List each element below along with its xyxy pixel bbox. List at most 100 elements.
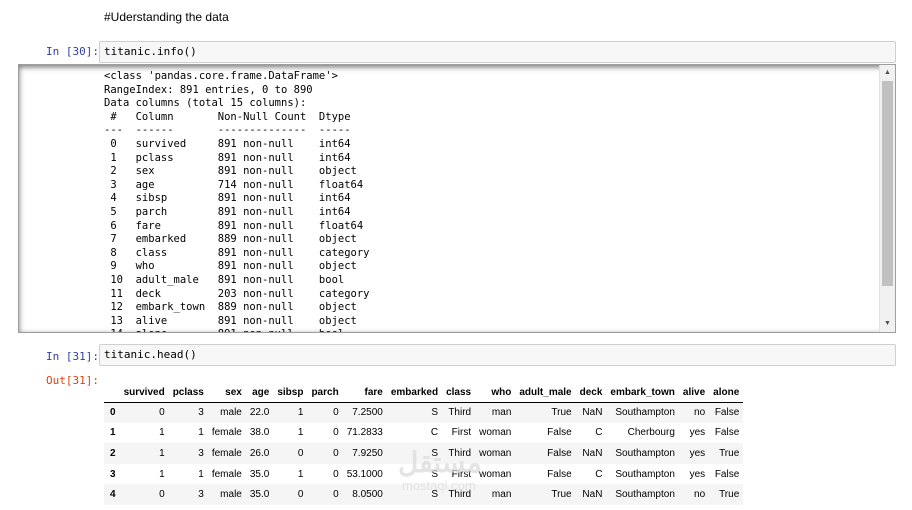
column-header: class — [442, 384, 476, 403]
watermark-arabic: مستقل — [398, 447, 482, 478]
table-cell: First — [451, 427, 472, 439]
column-header: deck — [575, 384, 607, 403]
table-cell: 0 — [333, 468, 339, 480]
markdown-cell[interactable]: #Uderstanding the data — [104, 10, 229, 24]
table-cell: Southampton — [615, 447, 675, 459]
table-cell: False — [714, 407, 740, 419]
column-header: adult_male — [515, 384, 576, 403]
code-input-31[interactable]: titanic.head() — [99, 344, 896, 366]
table-cell: 1 — [297, 468, 304, 480]
table-cell: man — [491, 407, 512, 419]
table-cell: True — [719, 447, 740, 459]
table-cell: 0 — [297, 447, 304, 459]
table-cell: woman — [479, 427, 512, 439]
table-cell: True — [551, 489, 572, 501]
table-cell: 71.2833 — [346, 427, 383, 439]
table-cell: 1 — [297, 427, 304, 439]
table-cell: C — [595, 427, 603, 439]
table-cell: 1 — [159, 427, 165, 439]
table-cell: False — [547, 447, 572, 459]
table-cell: True — [551, 407, 572, 419]
row-index: 2 — [110, 447, 116, 459]
table-cell: 0 — [333, 427, 339, 439]
table-cell: False — [547, 427, 572, 439]
table-cell: 38.0 — [249, 427, 270, 439]
table-cell: 1 — [198, 427, 204, 439]
table-cell: 1 — [159, 447, 165, 459]
table-cell: 35.0 — [249, 468, 270, 480]
column-header — [104, 384, 120, 403]
table-cell: no — [694, 489, 706, 501]
table-cell: female — [211, 447, 242, 459]
in-prompt-30: In [30]: — [46, 45, 99, 58]
table-cell: female — [211, 427, 242, 439]
table-cell: Third — [448, 407, 472, 419]
scroll-down-arrow-icon[interactable]: ▼ — [880, 318, 895, 330]
watermark: مستقل mostaql.com — [398, 447, 482, 494]
code-input-30[interactable]: titanic.info() — [99, 41, 896, 63]
table-cell: male — [220, 407, 242, 419]
table-cell: False — [547, 468, 572, 480]
table-row: 1 1 1 female 38.0 1 0 71.2833 C First woman False C C… — [104, 423, 743, 444]
column-header: age — [245, 384, 274, 403]
table-cell: 3 — [198, 407, 204, 419]
table-cell: 0 — [333, 407, 339, 419]
table-cell: NaN — [582, 447, 603, 459]
table-cell: Southampton — [615, 407, 675, 419]
column-header: pclass — [168, 384, 208, 403]
column-header: alive — [678, 384, 710, 403]
table-cell: 22.0 — [249, 407, 270, 419]
column-header: alone — [709, 384, 744, 403]
column-header: survived — [119, 384, 169, 403]
row-index: 1 — [110, 427, 116, 439]
table-cell: 0 — [297, 489, 304, 501]
table-cell: 0 — [333, 447, 339, 459]
column-header: parch — [307, 384, 343, 403]
scroll-up-arrow-icon[interactable]: ▲ — [880, 67, 895, 79]
table-cell: yes — [689, 468, 706, 480]
table-cell: C — [595, 468, 603, 480]
table-cell: False — [714, 468, 740, 480]
table-cell: 7.9250 — [352, 447, 383, 459]
table-cell: 0 — [159, 407, 165, 419]
table-cell: Southampton — [615, 489, 675, 501]
table-cell: male — [220, 489, 242, 501]
output-scrollbar[interactable]: ▲ ▼ — [879, 65, 895, 332]
table-cell: NaN — [582, 407, 603, 419]
table-cell: 3 — [198, 447, 204, 459]
column-header: fare — [342, 384, 387, 403]
table-cell: 0 — [333, 489, 339, 501]
table-cell: 53.1000 — [346, 468, 383, 480]
table-cell: 0 — [159, 489, 165, 501]
table-cell: 35.0 — [249, 489, 270, 501]
column-header: embark_town — [606, 384, 679, 403]
table-cell: True — [719, 489, 740, 501]
table-cell: 26.0 — [249, 447, 270, 459]
in-prompt-31: In [31]: — [46, 350, 99, 363]
watermark-latin: mostaql.com — [402, 478, 476, 493]
table-cell: female — [211, 468, 242, 480]
column-header: sex — [207, 384, 246, 403]
scroll-thumb[interactable] — [882, 81, 893, 286]
column-header: sibsp — [273, 384, 308, 403]
column-header: who — [475, 384, 516, 403]
info-output-scroll-area[interactable]: <class 'pandas.core.frame.DataFrame'> Ra… — [18, 64, 896, 333]
table-cell: 8.0500 — [352, 489, 383, 501]
table-cell: 3 — [198, 489, 204, 501]
out-prompt-31: Out[31]: — [46, 374, 99, 387]
row-index: 0 — [110, 407, 116, 419]
row-index: 4 — [110, 489, 116, 501]
table-cell: NaN — [582, 489, 603, 501]
table-cell: 1 — [159, 468, 165, 480]
table-cell: 1 — [297, 407, 304, 419]
table-header-row: survived pclass sex age sibsp parch fare embark… — [104, 384, 744, 403]
table-cell: False — [714, 427, 740, 439]
table-row: 0 0 3 male 22.0 1 0 7.2500 S Third man True NaN South… — [104, 402, 744, 423]
table-cell: 7.2500 — [352, 407, 383, 419]
table-cell: Southampton — [615, 468, 675, 480]
info-output-text: <class 'pandas.core.frame.DataFrame'> Ra… — [104, 70, 370, 332]
table-cell: 1 — [198, 468, 204, 480]
row-index: 3 — [110, 468, 116, 480]
table-cell: Cherbourg — [627, 427, 675, 439]
table-cell: C — [430, 427, 439, 439]
